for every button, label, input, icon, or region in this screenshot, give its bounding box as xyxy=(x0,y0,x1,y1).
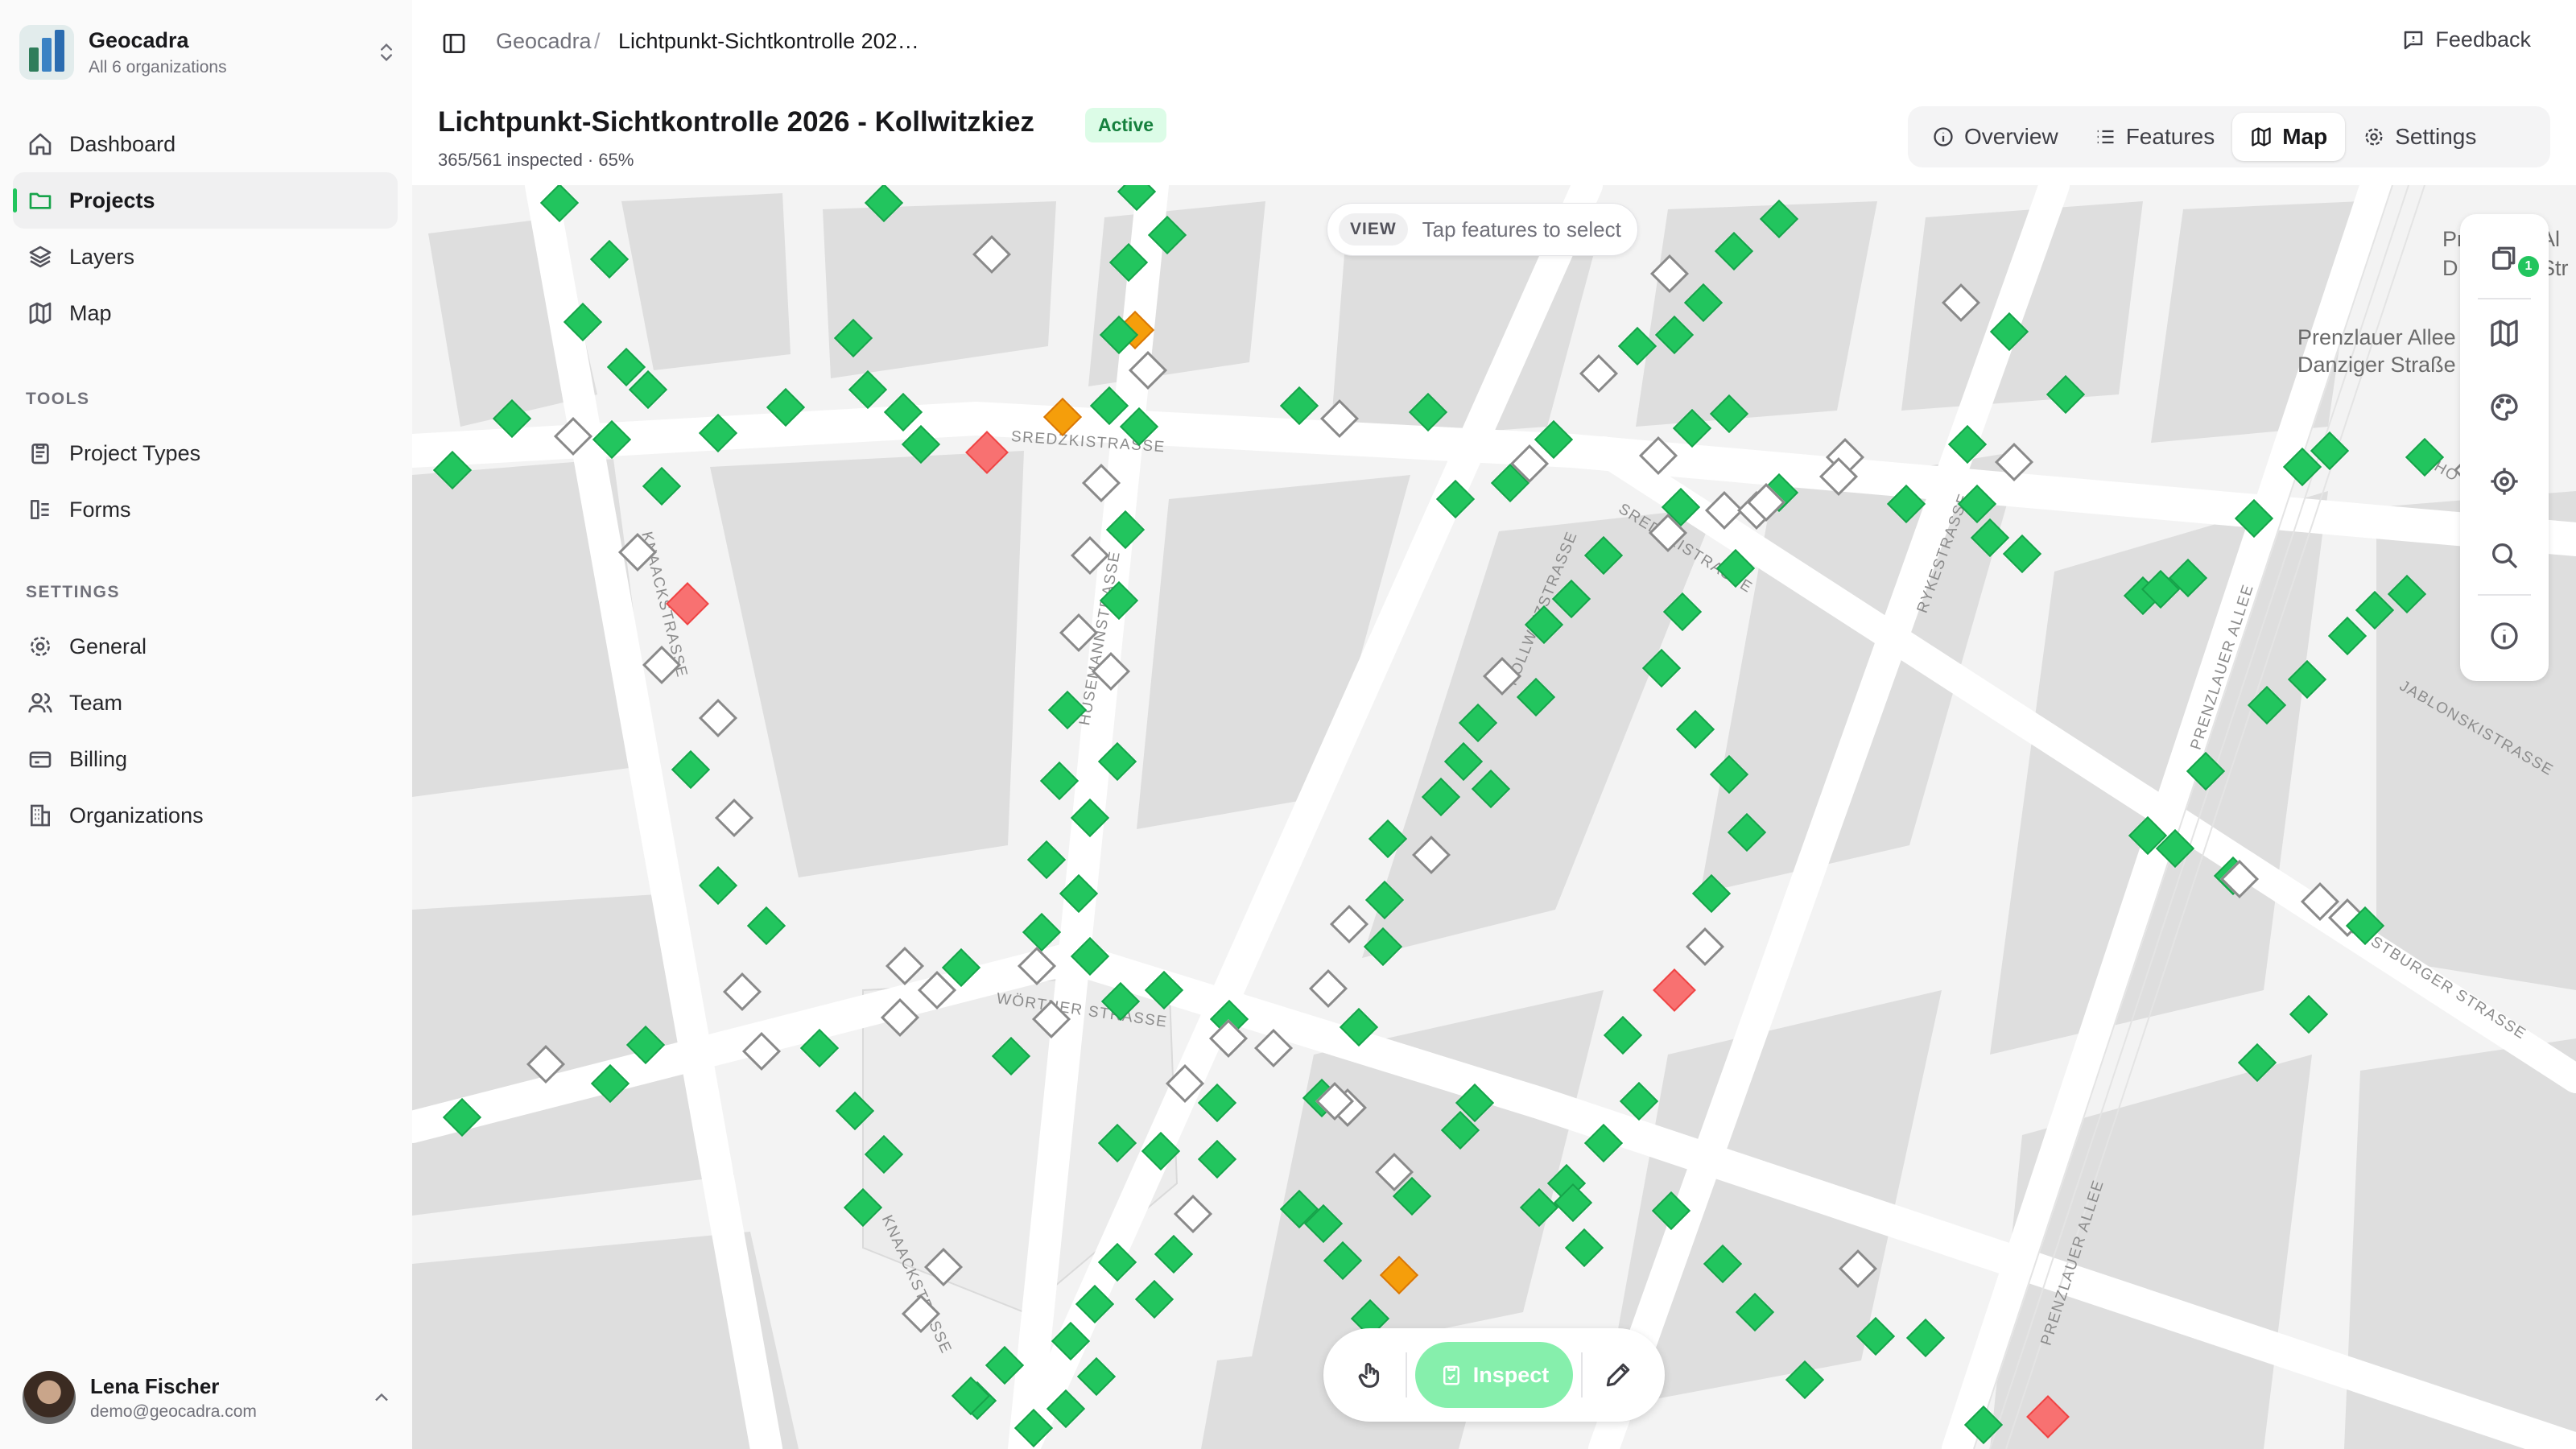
palette-icon[interactable] xyxy=(2488,391,2520,423)
chevron-up-icon xyxy=(375,1393,388,1402)
breadcrumb-root[interactable]: Geocadra xyxy=(496,29,592,54)
layers-icon xyxy=(29,246,52,268)
basemap-icon[interactable] xyxy=(2488,317,2520,349)
map-tool-rail: 1 xyxy=(2460,214,2549,681)
locate-icon[interactable] xyxy=(2488,465,2520,497)
layers-stack-icon[interactable] xyxy=(2488,242,2520,274)
sidebar: Geocadra All 6 organizations Dashboard P… xyxy=(0,0,412,1449)
sidebar-item-label: Project Types xyxy=(69,440,201,465)
sidebar-item-label: Projects xyxy=(69,188,155,213)
home-icon xyxy=(29,133,52,155)
feedback-button[interactable]: Feedback xyxy=(2401,27,2531,52)
sidebar-item-general[interactable]: General xyxy=(13,618,398,675)
users-icon xyxy=(28,693,52,713)
sidebar-item-map[interactable]: Map xyxy=(13,285,398,341)
top-bar: Geocadra / Lichtpunkt-Sichtkontrolle 202… xyxy=(412,0,2576,89)
hand-pointer-icon xyxy=(1358,1363,1379,1388)
search-icon[interactable] xyxy=(2488,539,2520,572)
progress-summary: 365/561 inspected · 65% xyxy=(438,150,634,170)
map-mode-indicator: VIEW Tap features to select xyxy=(1327,203,1638,256)
sidebar-item-label: Organizations xyxy=(69,803,204,828)
pan-tool-button[interactable] xyxy=(1335,1338,1406,1412)
edit-tool-button[interactable] xyxy=(1583,1338,1653,1412)
folder-icon xyxy=(29,192,52,209)
tab-label: Settings xyxy=(2395,124,2477,149)
view-mode-hint: Tap features to select xyxy=(1422,217,1621,242)
map-icon xyxy=(2252,127,2271,147)
sidebar-item-forms[interactable]: Forms xyxy=(13,481,398,538)
sidebar-item-label: Forms xyxy=(69,497,131,522)
info-icon[interactable] xyxy=(2488,620,2520,652)
settings-section-label: SETTINGS xyxy=(26,583,121,601)
tab-overview[interactable]: Overview xyxy=(1914,113,2076,161)
org-switcher[interactable]: Geocadra All 6 organizations xyxy=(19,19,398,85)
place-label-prenzlauer-allee: Prenzlauer Allee Danziger Straße xyxy=(2297,325,2456,377)
sidebar-item-organizations[interactable]: Organizations xyxy=(13,787,398,844)
info-icon xyxy=(1934,127,1953,147)
org-subtitle: All 6 organizations xyxy=(89,57,227,76)
form-icon xyxy=(30,500,49,519)
tools-section-label: TOOLS xyxy=(26,390,90,408)
inspect-button[interactable]: Inspect xyxy=(1414,1342,1574,1408)
credit-card-icon xyxy=(29,751,52,768)
tab-label: Features xyxy=(2125,124,2215,149)
map-action-bar: Inspect xyxy=(1323,1328,1665,1422)
layer-count-badge: 1 xyxy=(2518,256,2539,277)
tab-label: Overview xyxy=(1964,124,2058,149)
building-icon xyxy=(31,804,50,827)
tab-map[interactable]: Map xyxy=(2232,113,2346,161)
tab-label: Map xyxy=(2282,124,2328,149)
user-name: Lena Fischer xyxy=(90,1373,220,1398)
page-title: Lichtpunkt-Sichtkontrolle 2026 - Kollwit… xyxy=(438,106,1034,138)
clipboard-icon xyxy=(31,444,49,464)
avatar xyxy=(23,1371,76,1424)
sidebar-item-billing[interactable]: Billing xyxy=(13,731,398,787)
breadcrumb-separator: / xyxy=(594,29,601,53)
org-name: Geocadra xyxy=(89,27,189,52)
view-mode-tag: VIEW xyxy=(1339,213,1408,246)
chevron-updown-icon xyxy=(381,43,392,61)
settings-nav: General Team Billing Organizations xyxy=(13,618,398,844)
project-tabs: Overview Features Map Settings xyxy=(1908,106,2550,167)
user-menu[interactable]: Lena Fischer demo@geocadra.com xyxy=(23,1368,393,1426)
tab-features[interactable]: Features xyxy=(2076,113,2233,161)
list-icon xyxy=(2097,130,2114,144)
sidebar-item-label: Map xyxy=(69,300,112,325)
inspect-label: Inspect xyxy=(1472,1362,1550,1387)
user-email: demo@geocadra.com xyxy=(90,1402,257,1421)
tools-nav: Project Types Forms xyxy=(13,425,398,538)
sidebar-item-team[interactable]: Team xyxy=(13,675,398,731)
clipboard-check-icon xyxy=(1443,1365,1459,1385)
sidebar-item-dashboard[interactable]: Dashboard xyxy=(13,116,398,172)
sidebar-item-label: Dashboard xyxy=(69,131,176,156)
status-badge: Active xyxy=(1085,108,1167,142)
action-bar-divider xyxy=(1405,1352,1407,1397)
sidebar-item-layers[interactable]: Layers xyxy=(13,229,398,285)
rail-divider xyxy=(2478,594,2531,596)
sidebar-toggle-icon[interactable] xyxy=(441,31,467,56)
feedback-label: Feedback xyxy=(2435,27,2531,52)
map-icon xyxy=(29,302,52,324)
gear-icon xyxy=(31,637,50,656)
sidebar-item-project-types[interactable]: Project Types xyxy=(13,425,398,481)
breadcrumb-current: Lichtpunkt-Sichtkontrolle 202… xyxy=(618,29,919,53)
pencil-icon xyxy=(1606,1363,1630,1387)
rail-divider xyxy=(2478,298,2531,299)
org-logo xyxy=(19,25,74,80)
tab-settings[interactable]: Settings xyxy=(2345,113,2494,161)
gear-icon xyxy=(2365,128,2383,146)
sidebar-item-label: General xyxy=(69,634,147,658)
place-label-d: D xyxy=(2442,256,2458,280)
main-nav: Dashboard Projects Layers Map xyxy=(13,116,398,341)
map-canvas[interactable]: SREDZKISTRASSE SREDZKISTRASSE KNAACKSTRA… xyxy=(412,185,2576,1449)
sidebar-item-label: Team xyxy=(69,690,123,715)
sidebar-item-label: Billing xyxy=(69,746,128,771)
sidebar-item-label: Layers xyxy=(69,244,135,269)
message-icon xyxy=(2405,31,2423,49)
sidebar-item-projects[interactable]: Projects xyxy=(13,172,398,229)
